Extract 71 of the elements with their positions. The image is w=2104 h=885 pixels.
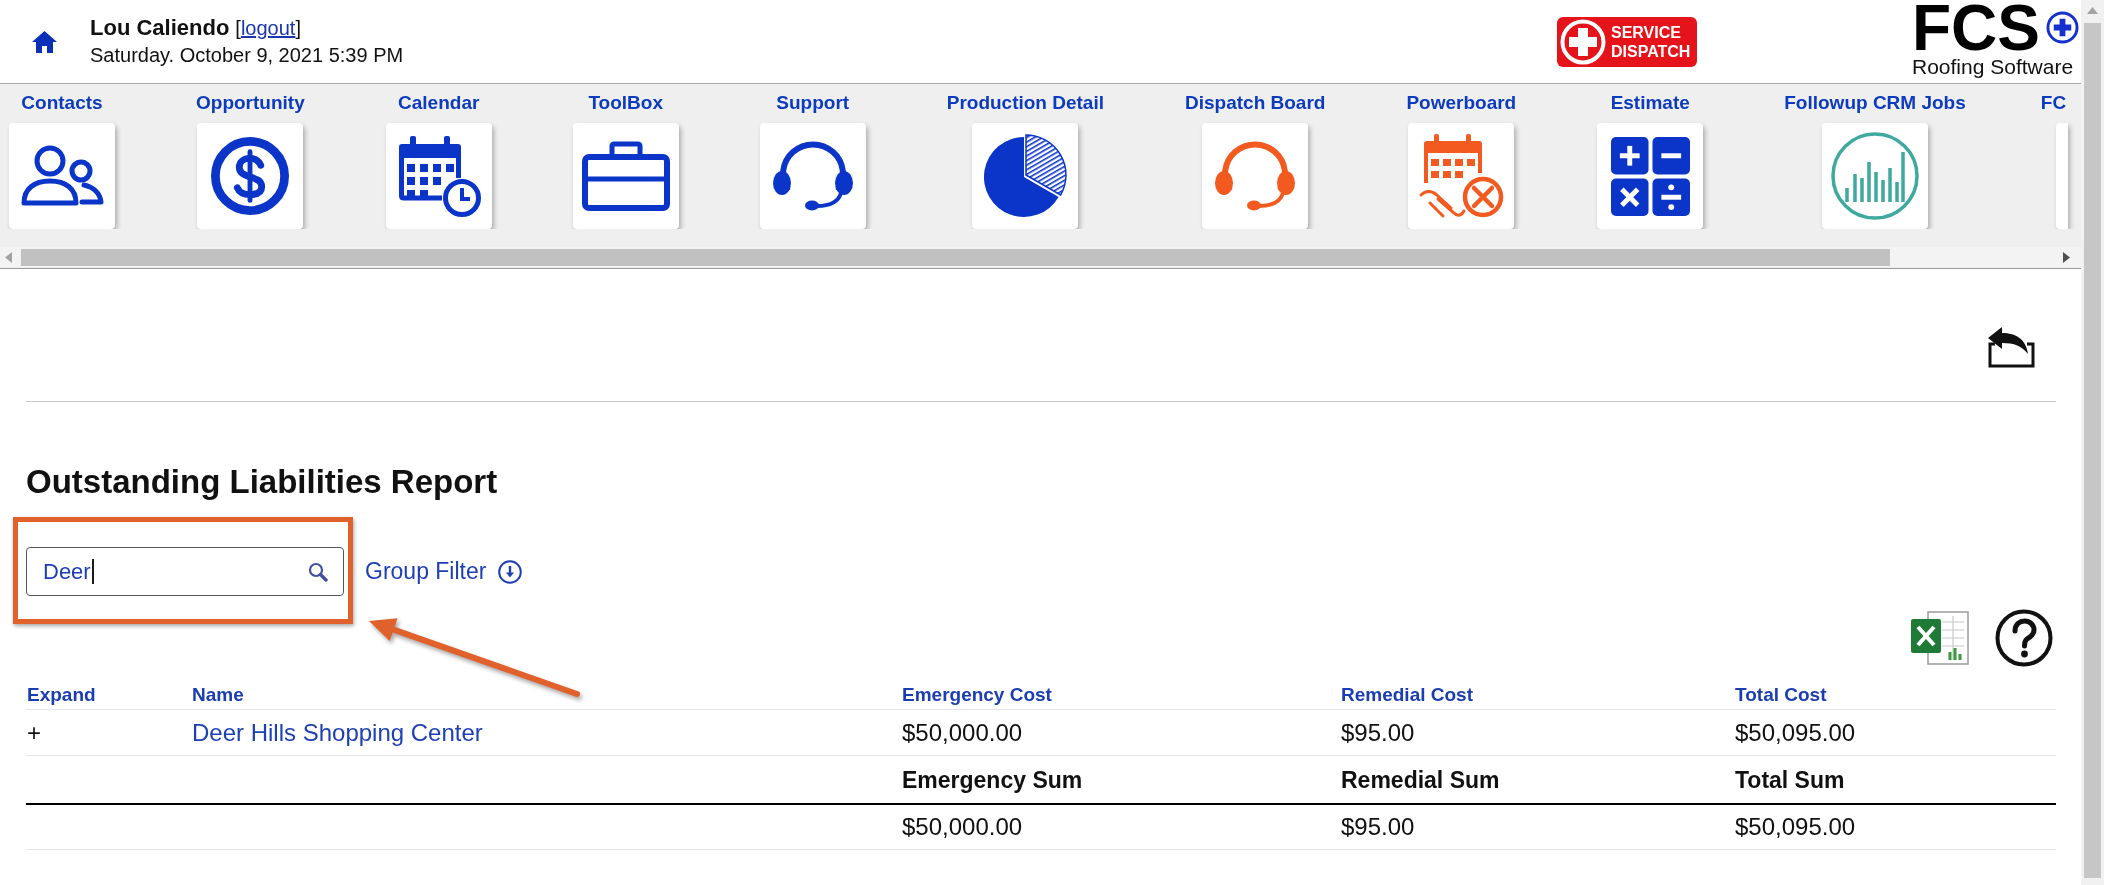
- table-cell: $50,000.00: [902, 718, 1023, 747]
- table-cell: $95.00: [1341, 813, 1415, 841]
- down-arrow-circle-icon: [498, 559, 523, 584]
- date-time: Saturday. October 9, 2021 5:39 PM: [90, 43, 404, 68]
- column-header[interactable]: Expand: [27, 683, 96, 706]
- help-icon[interactable]: [1995, 609, 2053, 667]
- headset-icon: [770, 141, 855, 211]
- sum-label: Total Sum: [1735, 765, 1845, 794]
- logo-text: DISPATCH: [1611, 42, 1691, 61]
- sum-label: Emergency Sum: [902, 765, 1083, 794]
- app-label[interactable]: Estimate: [1610, 92, 1690, 114]
- app-label[interactable]: Support: [776, 92, 850, 114]
- app-tile[interactable]: [759, 123, 866, 229]
- bar-chart-circle-icon: [1830, 132, 1920, 220]
- app-tile[interactable]: [1408, 123, 1515, 229]
- table-cell: $95.00: [1341, 718, 1415, 747]
- column-header[interactable]: Name: [192, 683, 244, 706]
- app-tile[interactable]: [1202, 123, 1309, 229]
- scrollbar-thumb[interactable]: [2084, 23, 2101, 878]
- plus-circle-icon: [2046, 11, 2079, 44]
- sum-label: Remedial Sum: [1341, 765, 1500, 794]
- app-label[interactable]: Opportunity: [196, 92, 305, 114]
- app-tile[interactable]: [972, 123, 1079, 229]
- search-field[interactable]: Deer: [26, 547, 344, 596]
- record-link[interactable]: Deer Hills Shopping Center: [192, 718, 483, 747]
- dollar-coin-icon: [211, 137, 290, 215]
- logo-text: SERVICE: [1611, 23, 1682, 42]
- app-label[interactable]: Calendar: [398, 92, 480, 114]
- table-cell: $50,095.00: [1735, 718, 1856, 747]
- calendar-tools-icon: [1418, 133, 1505, 219]
- column-header[interactable]: Total Cost: [1735, 683, 1827, 706]
- return-arrow-icon[interactable]: [1986, 325, 2037, 369]
- app-label[interactable]: ToolBox: [588, 92, 663, 114]
- app-label[interactable]: Dispatch Board: [1185, 92, 1326, 114]
- home-icon[interactable]: [31, 30, 58, 54]
- app-tile[interactable]: [572, 123, 679, 229]
- table-cell: $50,000.00: [902, 813, 1023, 841]
- scrollbar-thumb[interactable]: [21, 248, 1890, 266]
- app-tile[interactable]: [1597, 123, 1704, 229]
- people-icon: [20, 145, 104, 207]
- app-label[interactable]: Followup CRM Jobs: [1784, 92, 1966, 114]
- table-cell: $50,095.00: [1735, 813, 1856, 841]
- horizontal-scrollbar[interactable]: [0, 247, 2081, 267]
- brand-tagline: Roofing Software: [1912, 56, 2075, 78]
- brand-name: FCS: [1912, 0, 2040, 56]
- headset-icon: [1213, 141, 1298, 211]
- app-tile[interactable]: [1822, 123, 1928, 229]
- app-label[interactable]: FC: [2040, 92, 2067, 114]
- app-tile[interactable]: [9, 123, 115, 229]
- cross-ring-icon: [1560, 19, 1606, 65]
- spreadsheet-icon[interactable]: [1910, 610, 1970, 666]
- group-filter-link[interactable]: Group Filter: [365, 554, 523, 589]
- search-icon[interactable]: [308, 561, 328, 582]
- app-tile[interactable]: [385, 123, 492, 229]
- app-label[interactable]: Production Detail: [946, 92, 1104, 114]
- calculator-icon: [1610, 136, 1690, 216]
- logout-link[interactable]: [logout]: [235, 15, 301, 42]
- scroll-right-arrow-icon[interactable]: [2063, 251, 2070, 263]
- app-tile[interactable]: [197, 123, 304, 229]
- expand-button[interactable]: +: [27, 718, 41, 747]
- app-label[interactable]: Contacts: [21, 92, 103, 114]
- app-label[interactable]: Powerboard: [1406, 92, 1517, 114]
- column-header[interactable]: Emergency Cost: [902, 683, 1052, 706]
- briefcase-icon: [581, 141, 670, 211]
- pie-chart-icon: [983, 134, 1068, 218]
- service-dispatch-logo[interactable]: SERVICE DISPATCH: [1557, 17, 1697, 67]
- vertical-scrollbar[interactable]: [2081, 0, 2104, 885]
- column-header[interactable]: Remedial Cost: [1341, 683, 1473, 706]
- user-name: Lou Caliendo: [90, 14, 230, 41]
- app-tile[interactable]: [2055, 123, 2068, 229]
- report-title: Outstanding Liabilities Report: [26, 463, 498, 501]
